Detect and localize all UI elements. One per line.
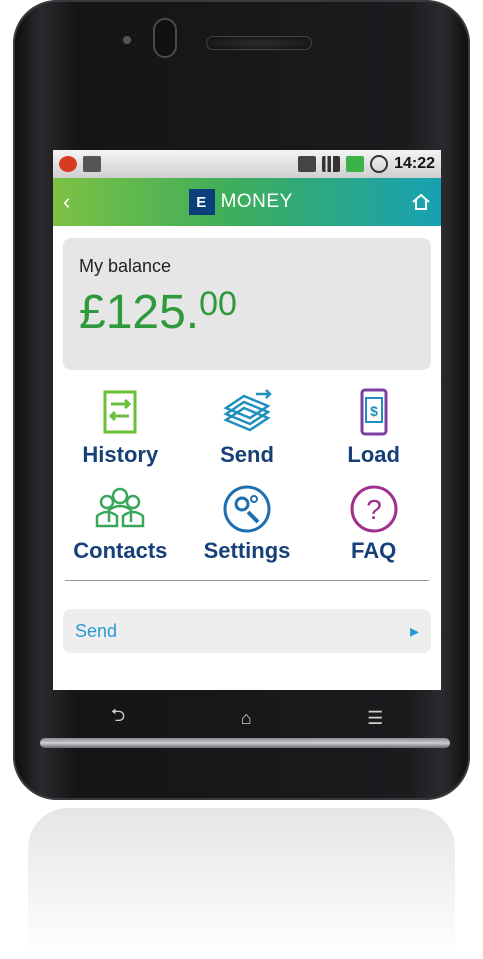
load-label: Load xyxy=(347,442,400,467)
divider xyxy=(65,580,429,581)
svg-text:?: ? xyxy=(366,494,382,525)
app-screen: 14:22 ‹ E MONEY My balance £125.00 Histo… xyxy=(53,150,441,690)
front-camera xyxy=(153,18,177,58)
balance-label: My balance xyxy=(79,256,172,276)
status-time: 14:22 xyxy=(394,155,435,172)
history-label: History xyxy=(82,442,159,467)
balance-amount-main: £125. xyxy=(79,286,200,339)
load-phone-icon: $ xyxy=(360,388,388,436)
signal-icon xyxy=(322,156,341,172)
usb-icon xyxy=(83,156,101,172)
balance-amount-decimal: 00 xyxy=(199,285,237,323)
send-list-label: Send xyxy=(75,620,118,641)
home-icon[interactable] xyxy=(411,192,431,212)
history-button[interactable]: History xyxy=(57,386,184,468)
sim-icon xyxy=(298,156,317,172)
send-money-icon xyxy=(223,389,272,432)
balance-amount: £125.00 xyxy=(79,285,415,340)
faq-label: FAQ xyxy=(351,538,397,563)
contacts-button[interactable]: Contacts xyxy=(57,482,184,564)
back-chevron-icon[interactable]: ‹ xyxy=(63,189,70,215)
menu-nav-icon[interactable]: ☰ xyxy=(367,708,383,729)
settings-button[interactable]: Settings xyxy=(184,482,311,564)
home-nav-icon[interactable]: ⌂ xyxy=(241,708,252,729)
action-grid: History Send $ Load Contacts Settings ? … xyxy=(57,386,437,564)
settings-label: Settings xyxy=(203,538,291,563)
android-notification-icon xyxy=(59,156,77,172)
alarm-icon xyxy=(370,155,389,173)
proximity-sensor xyxy=(123,36,131,44)
faq-icon: ? xyxy=(350,485,398,533)
earpiece-speaker xyxy=(206,36,312,50)
balance-card: My balance £125.00 xyxy=(63,238,431,370)
hardware-button-bar xyxy=(40,738,450,748)
status-bar: 14:22 xyxy=(53,150,441,178)
chevron-right-icon: ▸ xyxy=(409,620,419,641)
ericsson-logo: E xyxy=(188,189,215,215)
contacts-label: Contacts xyxy=(73,538,168,563)
load-button[interactable]: $ Load xyxy=(310,386,437,468)
settings-icon xyxy=(223,485,271,533)
send-list-item[interactable]: Send ▸ xyxy=(63,609,431,653)
history-icon xyxy=(103,390,137,434)
send-label: Send xyxy=(220,442,274,467)
contacts-icon xyxy=(96,487,145,528)
send-button[interactable]: Send xyxy=(184,386,311,468)
phone-reflection xyxy=(28,808,455,959)
battery-icon xyxy=(346,156,365,172)
app-title: MONEY xyxy=(220,191,293,212)
brand: E MONEY xyxy=(188,189,293,215)
app-header: ‹ E MONEY xyxy=(53,178,441,226)
back-nav-icon[interactable]: ⮌ xyxy=(111,703,125,733)
faq-button[interactable]: ? FAQ xyxy=(310,482,437,564)
svg-text:$: $ xyxy=(370,403,378,419)
